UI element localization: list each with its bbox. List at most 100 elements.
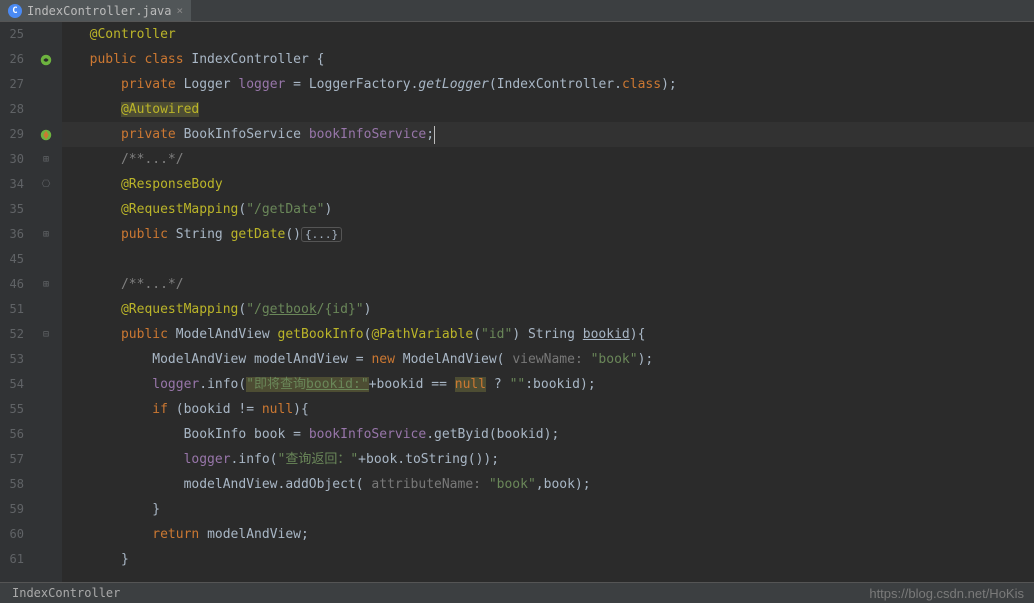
text: .info(	[199, 377, 246, 392]
field: logger	[152, 377, 199, 392]
spring-bean-icon[interactable]	[30, 47, 62, 72]
line-number: 57	[0, 447, 24, 472]
class-name: IndexController	[191, 52, 316, 67]
annotation: @Controller	[90, 27, 176, 42]
string: "/getDate"	[246, 202, 324, 217]
annotation: @PathVariable	[371, 327, 473, 342]
line-number: 25	[0, 22, 24, 47]
line-number: 45	[0, 247, 24, 272]
fold-icon[interactable]: ⎔	[42, 179, 51, 190]
keyword: public	[121, 327, 176, 342]
keyword: private	[121, 127, 184, 142]
line-number: 58	[0, 472, 24, 497]
line-number: 52	[0, 322, 24, 347]
file-tab[interactable]: C IndexController.java ×	[0, 0, 191, 21]
type: ModelAndView	[176, 327, 278, 342]
tab-filename: IndexController.java	[27, 4, 172, 18]
text: modelAndView;	[207, 527, 309, 542]
paren: ()	[285, 227, 301, 242]
line-number: 30	[0, 147, 24, 172]
keyword: new	[371, 352, 402, 367]
line-number: 28	[0, 97, 24, 122]
text: );	[638, 352, 654, 367]
method: getDate	[231, 227, 286, 242]
gutter-icons: ⊞ ⎔ ⊞ ⊞ ⊟	[30, 22, 62, 582]
keyword: return	[152, 527, 207, 542]
fold-expand-icon[interactable]: ⊞	[43, 279, 49, 290]
field: bookInfoService	[309, 127, 426, 142]
code-area[interactable]: @Controller public class IndexController…	[62, 22, 1034, 582]
param-hint: attributeName:	[364, 477, 489, 492]
line-number: 61	[0, 547, 24, 572]
field: logger	[238, 77, 285, 92]
paren: )	[364, 302, 372, 317]
method: getLogger	[418, 77, 488, 92]
string: /{id}"	[317, 302, 364, 317]
text: = LoggerFactory.	[285, 77, 418, 92]
line-number: 56	[0, 422, 24, 447]
text: ){	[293, 402, 309, 417]
line-number: 55	[0, 397, 24, 422]
keyword: class	[622, 77, 661, 92]
line-numbers: 25 26 27 28 29 30 34 35 36 45 46 51 52 5…	[0, 22, 30, 582]
text: ){	[630, 327, 646, 342]
line-number: 59	[0, 497, 24, 522]
text: +book.toString());	[358, 452, 499, 467]
fold-collapse-icon[interactable]: ⊟	[43, 329, 49, 340]
text: +bookid ==	[369, 377, 455, 392]
annotation: @Autowired	[121, 102, 199, 117]
watermark: https://blog.csdn.net/HoKis	[869, 586, 1024, 601]
autowired-icon[interactable]	[30, 122, 62, 147]
paren: )	[324, 202, 332, 217]
string: "即将查询	[246, 377, 306, 392]
line-number: 36	[0, 222, 24, 247]
text: ) String	[512, 327, 582, 342]
text: ModelAndView(	[403, 352, 505, 367]
comment-fold[interactable]: /**...*/	[121, 152, 184, 167]
comment-fold[interactable]: /**...*/	[121, 277, 184, 292]
text: modelAndView.addObject(	[184, 477, 364, 492]
annotation: @RequestMapping	[121, 202, 238, 217]
paren: (	[473, 327, 481, 342]
text: .getByid(bookid);	[426, 427, 559, 442]
code-fold[interactable]: {...}	[301, 227, 342, 242]
fold-expand-icon[interactable]: ⊞	[43, 229, 49, 240]
param-hint: viewName:	[505, 352, 591, 367]
line-number: 29	[0, 122, 24, 147]
annotation: @RequestMapping	[121, 302, 238, 317]
param: bookid	[583, 327, 630, 342]
text: );	[661, 77, 677, 92]
string: "book"	[489, 477, 536, 492]
text: ModelAndView modelAndView =	[152, 352, 371, 367]
keyword: if	[152, 402, 175, 417]
text-cursor	[434, 126, 435, 144]
annotation: @ResponseBody	[121, 177, 223, 192]
text: ?	[486, 377, 509, 392]
gutter: 25 26 27 28 29 30 34 35 36 45 46 51 52 5…	[0, 22, 62, 582]
line-number: 34	[0, 172, 24, 197]
string: "id"	[481, 327, 512, 342]
string: "/	[246, 302, 262, 317]
method: getBookInfo	[278, 327, 364, 342]
line-number: 53	[0, 347, 24, 372]
string: getbook	[262, 302, 317, 317]
tab-bar: C IndexController.java ×	[0, 0, 1034, 22]
fold-expand-icon[interactable]: ⊞	[43, 154, 49, 165]
string: "book"	[591, 352, 638, 367]
close-icon[interactable]: ×	[177, 4, 184, 17]
string: bookid:"	[306, 377, 369, 392]
text: ;	[426, 127, 434, 142]
text: ,book);	[536, 477, 591, 492]
keyword: private	[121, 77, 184, 92]
text: BookInfo book =	[184, 427, 309, 442]
line-number: 26	[0, 47, 24, 72]
breadcrumb-item[interactable]: IndexController	[12, 586, 120, 600]
keyword: null	[262, 402, 293, 417]
type: BookInfoService	[184, 127, 309, 142]
text: (bookid !=	[176, 402, 262, 417]
text: (IndexController.	[489, 77, 622, 92]
string: ""	[510, 377, 526, 392]
brace: {	[317, 52, 325, 67]
line-number: 60	[0, 522, 24, 547]
line-number: 35	[0, 197, 24, 222]
